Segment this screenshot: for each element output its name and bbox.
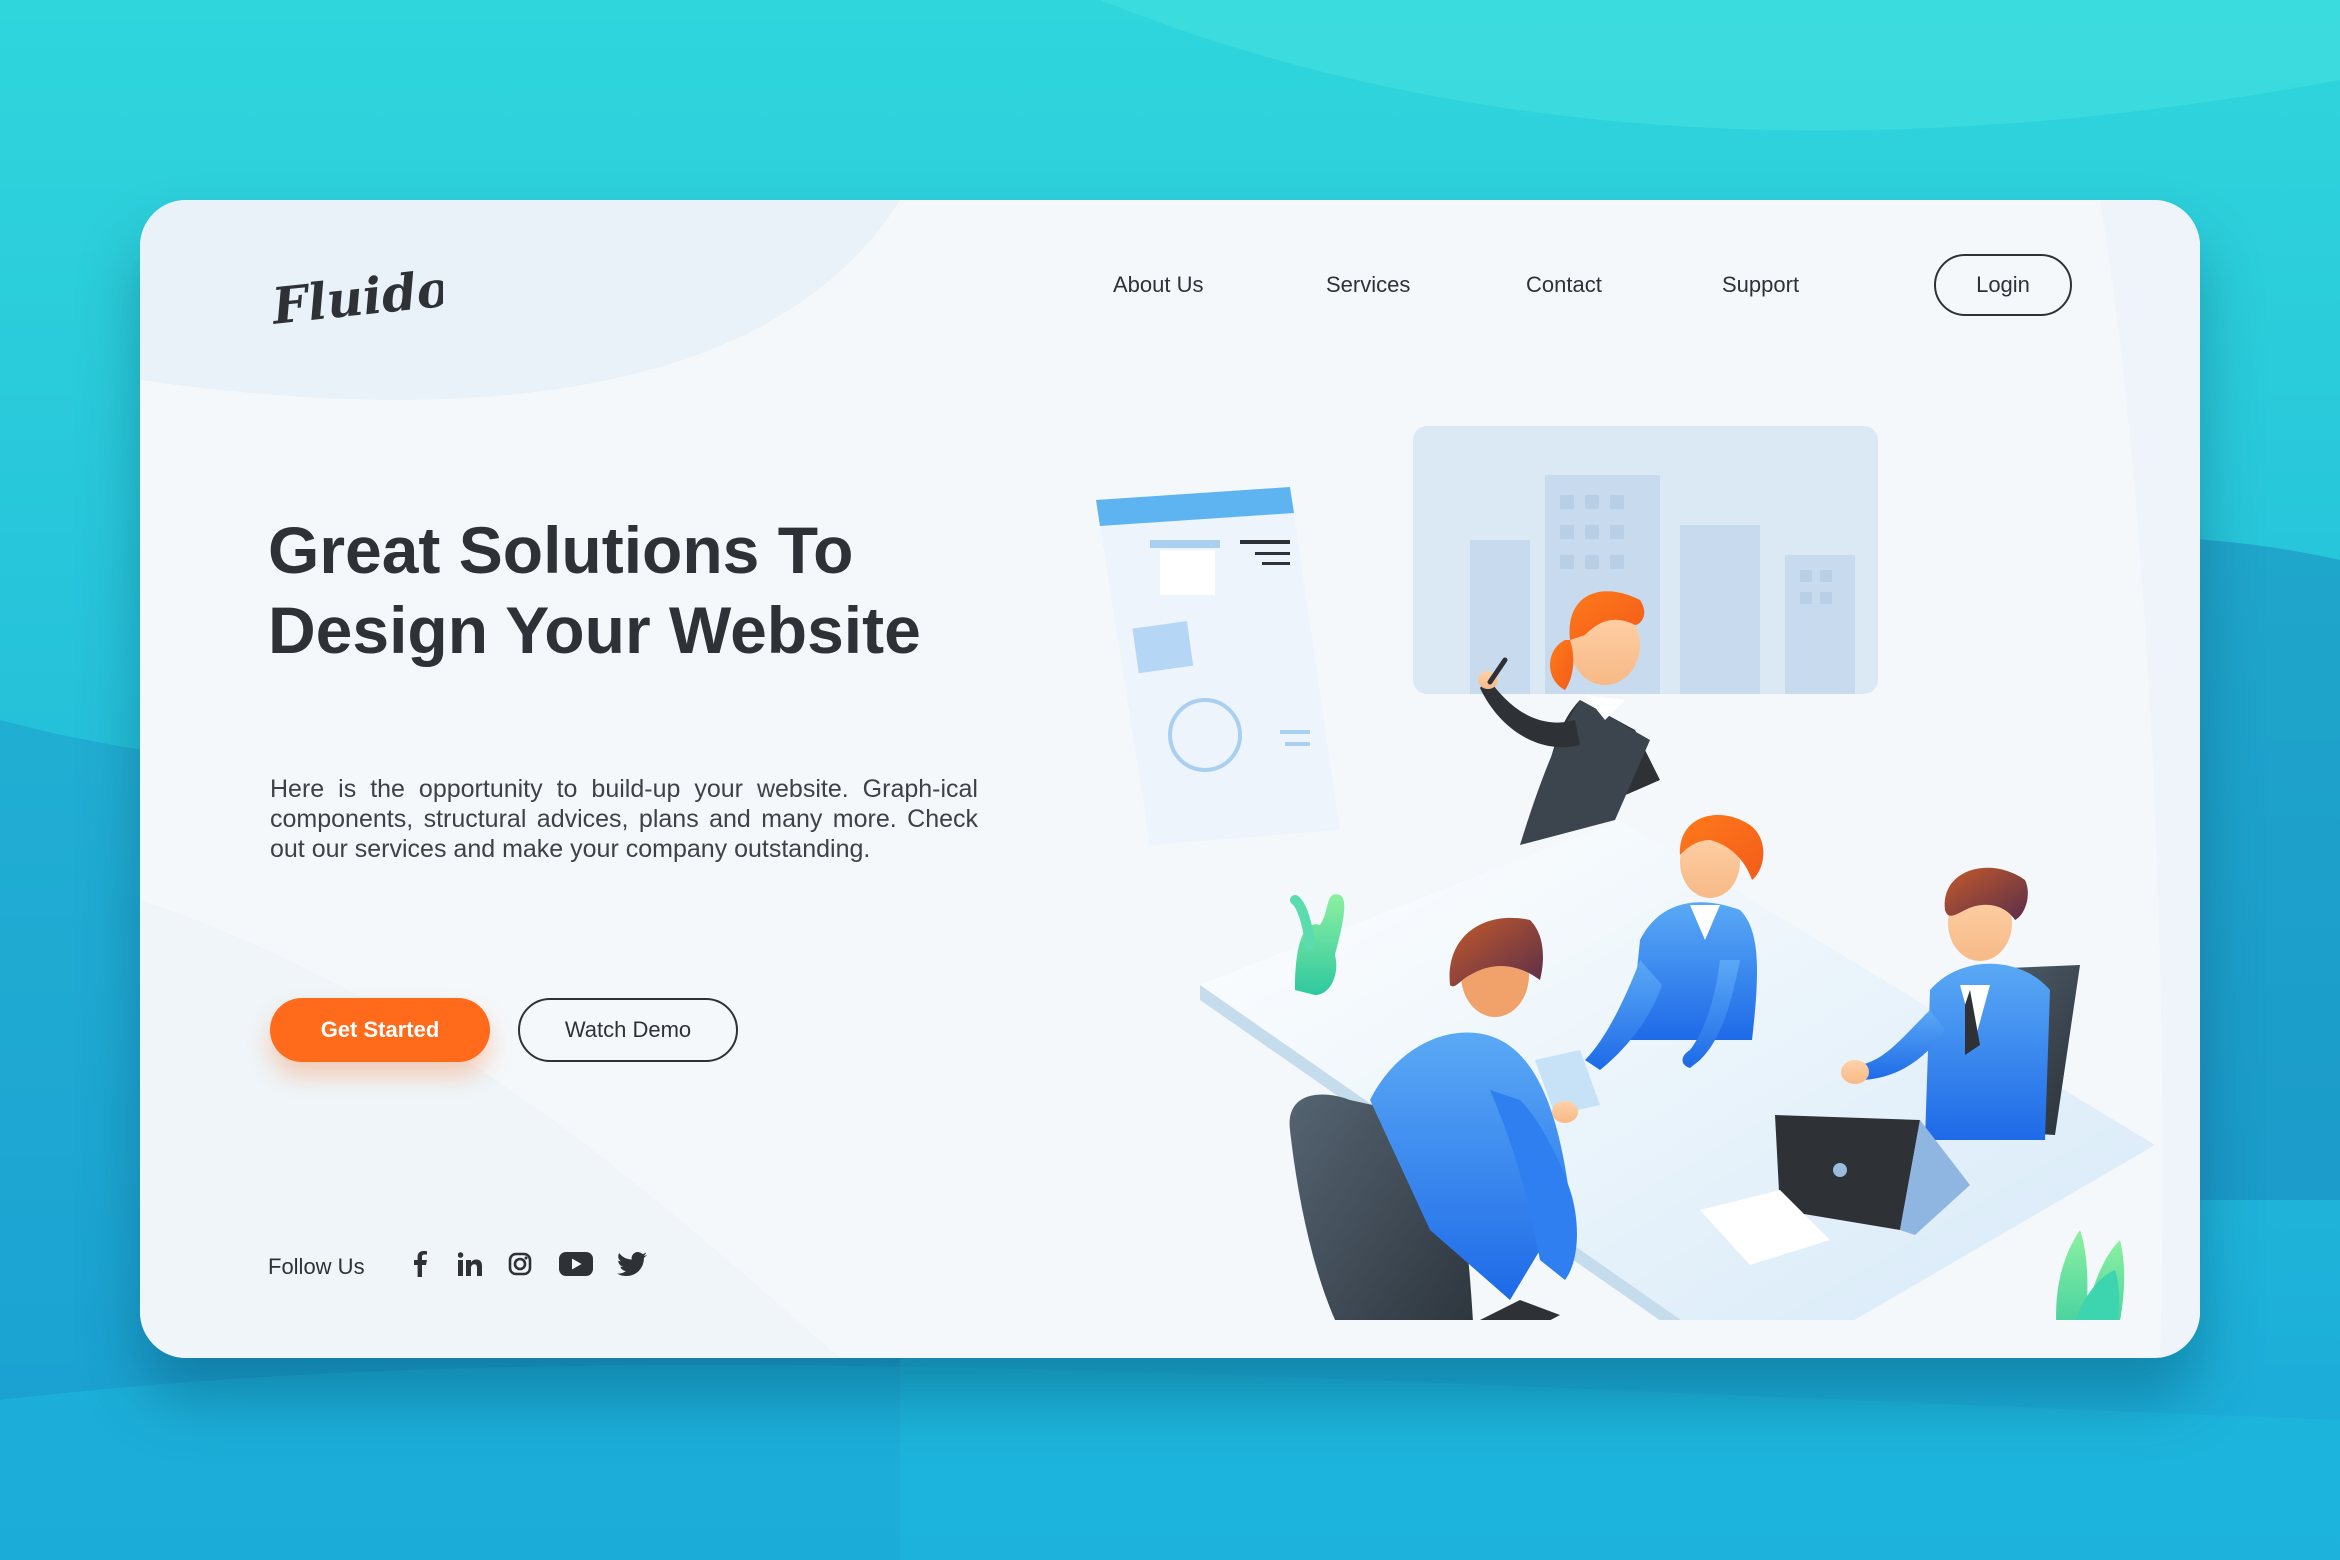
youtube-icon[interactable]	[558, 1248, 594, 1280]
nav-services[interactable]: Services	[1326, 272, 1410, 298]
svg-text:Fluido: Fluido	[268, 258, 443, 336]
headline-line-1: Great Solutions To	[268, 513, 854, 587]
fluido-logo[interactable]: Fluido	[268, 258, 443, 338]
team-meeting-illustration	[1096, 426, 2155, 1320]
linkedin-icon[interactable]	[456, 1248, 484, 1280]
login-button[interactable]: Login	[1934, 254, 2072, 316]
follow-us-label: Follow Us	[268, 1254, 365, 1279]
nav-contact[interactable]: Contact	[1526, 272, 1602, 298]
landing-card: Fluido About Us Services Contact Support…	[140, 200, 2200, 1358]
watch-demo-button[interactable]: Watch Demo	[518, 998, 738, 1062]
headline-line-2: Design Your Website	[268, 593, 921, 667]
hero-headline: Great Solutions To Design Your Website	[268, 510, 1028, 670]
nav-support[interactable]: Support	[1722, 272, 1799, 298]
nav-about-us[interactable]: About Us	[1113, 272, 1204, 298]
facebook-icon[interactable]	[410, 1248, 430, 1280]
instagram-icon[interactable]	[506, 1248, 534, 1280]
get-started-button[interactable]: Get Started	[270, 998, 490, 1062]
twitter-icon[interactable]	[616, 1248, 648, 1280]
hero-description: Here is the opportunity to build-up your…	[270, 775, 978, 863]
